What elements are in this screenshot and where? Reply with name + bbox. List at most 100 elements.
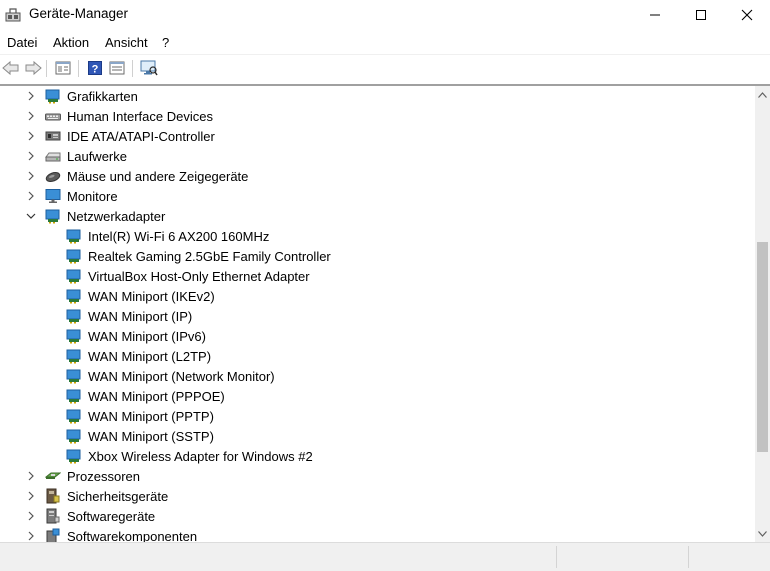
forward-arrow-icon (25, 60, 42, 76)
tree-item-label: WAN Miniport (PPPOE) (88, 389, 225, 404)
tree-item-label: WAN Miniport (L2TP) (88, 349, 212, 364)
maximize-button[interactable] (678, 0, 724, 30)
tree-item-label: WAN Miniport (Network Monitor) (88, 369, 275, 384)
expand-chevron-icon[interactable] (25, 130, 37, 142)
tree-item-wan-sstp[interactable]: WAN Miniport (SSTP) (0, 426, 755, 446)
expand-chevron-icon[interactable] (25, 510, 37, 522)
software-device-icon (46, 508, 60, 524)
tree-item-label: Monitore (67, 189, 118, 204)
tree-item-label: Sicherheitsgeräte (67, 489, 169, 504)
menu-action[interactable]: Aktion (53, 35, 89, 50)
tree-item-label: Grafikkarten (67, 89, 138, 104)
collapse-chevron-icon[interactable] (25, 210, 37, 222)
monitor-icon (45, 189, 61, 203)
network-adapter-icon (66, 409, 81, 424)
tree-item-wan-l2tp[interactable]: WAN Miniport (L2TP) (0, 346, 755, 366)
menu-view[interactable]: Ansicht (105, 35, 148, 50)
expand-chevron-icon[interactable] (25, 110, 37, 122)
tree-item-sicherheitsgeraete[interactable]: Sicherheitsgeräte (0, 486, 755, 506)
toolbar: ? (0, 54, 770, 82)
properties-button[interactable] (108, 59, 126, 77)
expand-chevron-icon[interactable] (25, 530, 37, 542)
scroll-thumb[interactable] (757, 242, 768, 452)
vertical-scrollbar[interactable] (755, 86, 770, 542)
network-adapter-icon (66, 389, 81, 404)
tree-item-intel-wifi[interactable]: Intel(R) Wi-Fi 6 AX200 160MHz (0, 226, 755, 246)
processor-icon (45, 472, 61, 479)
scan-hardware-button[interactable] (140, 59, 158, 77)
tree-item-netzwerkadapter[interactable]: Netzwerkadapter (0, 206, 755, 226)
display-adapter-icon (45, 89, 60, 104)
tree-item-xbox-wireless[interactable]: Xbox Wireless Adapter for Windows #2 (0, 446, 755, 466)
forward-button[interactable] (24, 59, 42, 77)
tree-item-label: Softwarekomponenten (67, 529, 198, 542)
expand-chevron-icon[interactable] (25, 470, 37, 482)
expand-chevron-icon[interactable] (25, 190, 37, 202)
svg-text:?: ? (92, 64, 99, 76)
tree-item-label: Prozessoren (67, 469, 140, 484)
scroll-down-arrow-icon (758, 530, 767, 537)
tree-item-label: Human Interface Devices (67, 109, 213, 124)
tree-item-wan-ikev2[interactable]: WAN Miniport (IKEv2) (0, 286, 755, 306)
tree-item-grafikkarten[interactable]: Grafikkarten (0, 86, 755, 106)
scroll-up-button[interactable] (755, 86, 770, 103)
network-adapter-icon (45, 209, 60, 224)
tree-item-label: Mäuse und andere Zeigegeräte (67, 169, 249, 184)
security-device-icon (46, 488, 60, 504)
network-adapter-icon (66, 269, 81, 284)
tree-item-wan-ip[interactable]: WAN Miniport (IP) (0, 306, 755, 326)
tree-item-realtek[interactable]: Realtek Gaming 2.5GbE Family Controller (0, 246, 755, 266)
tree-item-wan-pppoe[interactable]: WAN Miniport (PPPOE) (0, 386, 755, 406)
minimize-button[interactable] (632, 0, 678, 30)
status-bar-panel (556, 546, 687, 568)
tree-item-label: Intel(R) Wi-Fi 6 AX200 160MHz (88, 229, 270, 244)
expand-chevron-icon[interactable] (25, 150, 37, 162)
expand-chevron-icon[interactable] (25, 90, 37, 102)
tree-item-ide-ata-atapi-controller[interactable]: IDE ATA/ATAPI-Controller (0, 126, 755, 146)
tree-item-label: Laufwerke (67, 149, 127, 164)
network-adapter-icon (66, 329, 81, 344)
network-adapter-icon (66, 229, 81, 244)
tree-item-label: WAN Miniport (IPv6) (88, 329, 206, 344)
scan-hardware-icon (140, 60, 158, 76)
show-hide-console-tree-button[interactable] (54, 59, 72, 77)
tree-item-wan-ipv6[interactable]: WAN Miniport (IPv6) (0, 326, 755, 346)
tree-item-label: WAN Miniport (IKEv2) (88, 289, 215, 304)
tree-item-monitore[interactable]: Monitore (0, 186, 755, 206)
tree-item-maeuse[interactable]: Mäuse und andere Zeigegeräte (0, 166, 755, 186)
toolbar-separator (46, 60, 47, 77)
tree-item-virtualbox[interactable]: VirtualBox Host-Only Ethernet Adapter (0, 266, 755, 286)
network-adapter-icon (66, 429, 81, 444)
minimize-icon (650, 14, 660, 16)
tree-item-wan-pptp[interactable]: WAN Miniport (PPTP) (0, 406, 755, 426)
tree-item-label: Netzwerkadapter (67, 209, 166, 224)
network-adapter-icon (66, 249, 81, 264)
help-icon: ? (88, 61, 102, 76)
tree-item-label: IDE ATA/ATAPI-Controller (67, 129, 215, 144)
tree-item-prozessoren[interactable]: Prozessoren (0, 466, 755, 486)
network-adapter-icon (66, 309, 81, 324)
back-button[interactable] (2, 59, 20, 77)
tree-item-laufwerke[interactable]: Laufwerke (0, 146, 755, 166)
back-arrow-icon (2, 60, 19, 76)
menu-file[interactable]: Datei (7, 35, 37, 50)
toolbar-separator (78, 60, 79, 77)
maximize-icon (696, 10, 706, 20)
network-adapter-icon (66, 289, 81, 304)
network-adapter-icon (66, 369, 81, 384)
close-button[interactable] (724, 0, 770, 30)
expand-chevron-icon[interactable] (25, 490, 37, 502)
expand-chevron-icon[interactable] (25, 170, 37, 182)
help-button[interactable]: ? (86, 59, 104, 77)
scroll-down-button[interactable] (755, 525, 770, 542)
menu-help[interactable]: ? (162, 35, 169, 50)
tree-item-softwaregeraete[interactable]: Softwaregeräte (0, 506, 755, 526)
device-manager-icon (5, 8, 21, 22)
tree-item-human-interface-devices[interactable]: Human Interface Devices (0, 106, 755, 126)
disk-drive-icon (45, 152, 61, 162)
tree-item-softwarekomponenten[interactable]: Softwarekomponenten (0, 526, 755, 542)
tree-item-wan-network-monitor[interactable]: WAN Miniport (Network Monitor) (0, 366, 755, 386)
tree-item-label: WAN Miniport (IP) (88, 309, 193, 324)
tree-item-label: WAN Miniport (PPTP) (88, 409, 214, 424)
software-component-icon (46, 528, 60, 542)
